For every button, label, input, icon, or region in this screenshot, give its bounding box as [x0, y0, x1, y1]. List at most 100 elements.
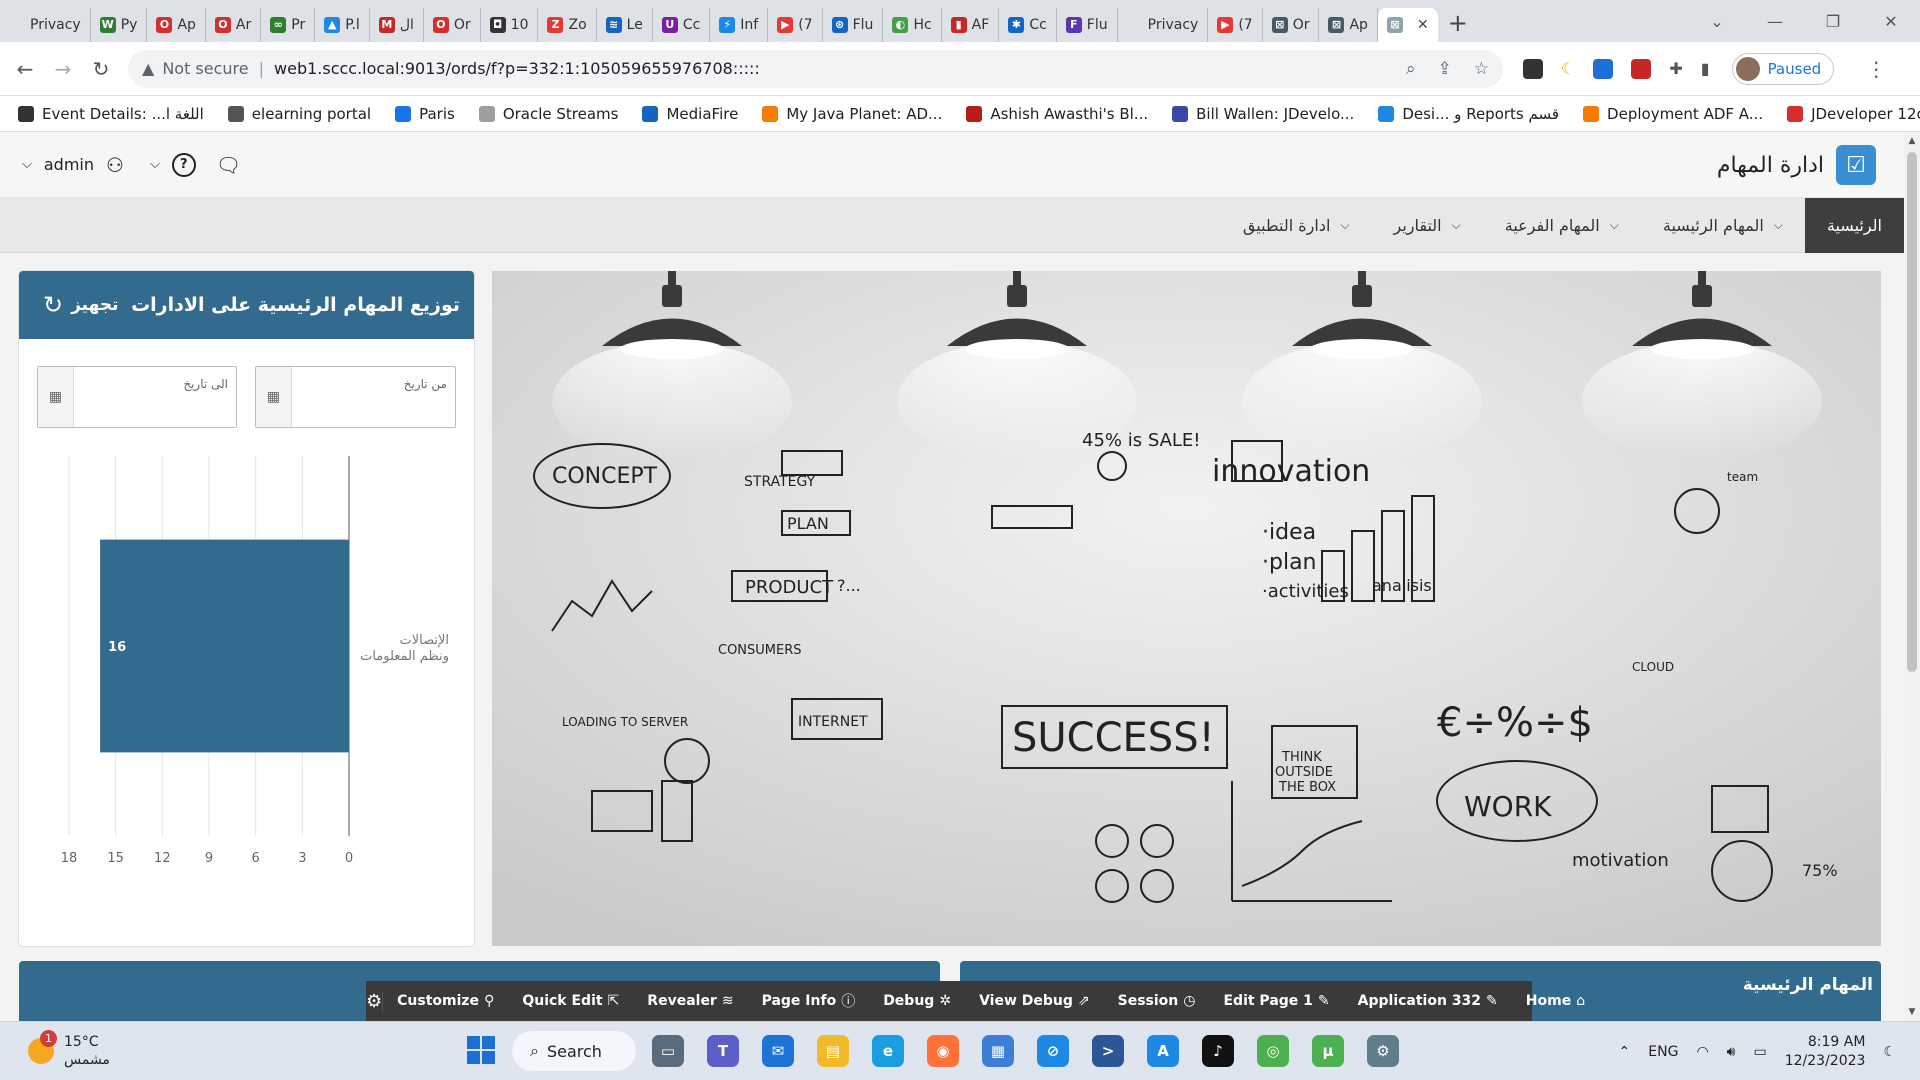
- wifi-icon[interactable]: ◠: [1696, 1044, 1708, 1060]
- tiktok-icon[interactable]: ♪: [1202, 1035, 1234, 1067]
- browser-tab[interactable]: ▮ AF: [942, 8, 1000, 42]
- browser-tab[interactable]: ⊠ Or: [1263, 8, 1320, 42]
- calendar-icon[interactable]: ▦: [256, 367, 292, 427]
- app-store-icon[interactable]: A: [1147, 1035, 1179, 1067]
- close-tab-icon[interactable]: ✕: [1417, 17, 1429, 33]
- bookmark-item[interactable]: Bill Wallen: JDevelo...: [1172, 105, 1354, 123]
- from-date-field[interactable]: ▦ من تاريخ: [255, 366, 456, 428]
- user-menu[interactable]: ⌵ admin ⚇ ⌵ ? 🗨: [22, 152, 241, 177]
- menu-item[interactable]: المهام الرئيسية ⌵: [1641, 198, 1805, 253]
- extension-icon[interactable]: [1631, 58, 1652, 79]
- browser-tab[interactable]: Privacy: [1118, 8, 1209, 42]
- dev-toolbar-item[interactable]: Edit Page 1 ✎: [1209, 993, 1343, 1009]
- profile-button[interactable]: Paused: [1731, 52, 1835, 85]
- dev-toolbar-item[interactable]: Session ◷: [1104, 993, 1210, 1009]
- address-bar[interactable]: ▲ Not secure | web1.sccc.local:9013/ords…: [128, 49, 1503, 88]
- browser-tab[interactable]: ⊛ Flu: [823, 8, 884, 42]
- clock[interactable]: 8:19 AM 12/23/2023: [1785, 1033, 1866, 1071]
- bookmark-item[interactable]: Event Details: ...اللغة ا: [18, 105, 204, 123]
- menu-item[interactable]: المهام الفرعية ⌵: [1483, 198, 1641, 253]
- bookmark-item[interactable]: Oracle Streams: [478, 105, 618, 123]
- side-panel-icon[interactable]: ▮: [1701, 59, 1710, 78]
- windows-start-icon[interactable]: [467, 1036, 495, 1064]
- bookmark-item[interactable]: JDeveloper 12c – O...: [1787, 105, 1920, 123]
- reload-icon[interactable]: ↻: [82, 57, 120, 81]
- tab-search-icon[interactable]: ⌄: [1688, 12, 1746, 31]
- app-logo[interactable]: ☑ ادارة المهام: [1717, 145, 1876, 185]
- dev-toolbar-item[interactable]: Page Info ⓘ: [748, 991, 870, 1011]
- active-tab[interactable]: ⊠ ✕: [1377, 8, 1438, 42]
- browser-tab[interactable]: ▶ (7: [1208, 8, 1263, 42]
- browser-tab[interactable]: ∞ Pr: [261, 8, 316, 42]
- scroll-up-icon[interactable]: ▲: [1904, 136, 1920, 146]
- task-view-icon[interactable]: ▭: [652, 1035, 684, 1067]
- chevron-down-icon[interactable]: ⌵: [150, 157, 160, 172]
- to-date-field[interactable]: ▦ الى تاريخ: [37, 366, 237, 428]
- dark-mode-icon[interactable]: ☾: [1561, 59, 1575, 78]
- scrollbar-thumb[interactable]: [1907, 152, 1917, 672]
- help-icon[interactable]: ?: [171, 152, 196, 177]
- browser-tab[interactable]: ⚡ Inf: [710, 8, 769, 42]
- edge-icon[interactable]: e: [872, 1035, 904, 1067]
- extensions-puzzle-icon[interactable]: ✚: [1669, 59, 1682, 78]
- close-window-icon[interactable]: ✕: [1862, 12, 1920, 31]
- browser-tab[interactable]: W Py: [91, 8, 148, 42]
- chrome-icon[interactable]: ◎: [1257, 1035, 1289, 1067]
- browser-tab[interactable]: O Or: [424, 8, 481, 42]
- menu-item[interactable]: ادارة التطبيق ⌵: [1221, 198, 1372, 253]
- menu-item[interactable]: الرئيسية: [1804, 197, 1904, 253]
- weather-widget[interactable]: 1 15°C مشمس: [28, 1030, 110, 1069]
- bookmark-item[interactable]: elearning portal: [227, 105, 371, 123]
- extension-icon[interactable]: [1593, 58, 1614, 79]
- bookmark-star-icon[interactable]: ☆: [1474, 59, 1489, 79]
- chevron-up-icon[interactable]: ⌃: [1619, 1044, 1631, 1060]
- menu-item[interactable]: التقارير ⌵: [1372, 198, 1483, 253]
- forward-icon[interactable]: →: [44, 57, 82, 81]
- language-indicator[interactable]: ENG: [1648, 1044, 1678, 1060]
- share-icon[interactable]: ⇪: [1438, 59, 1452, 79]
- dev-toolbar-item[interactable]: Application 332 ✎: [1344, 993, 1512, 1009]
- browser-tab[interactable]: ◘ 10: [481, 8, 539, 42]
- bookmark-item[interactable]: My Java Planet: AD...: [762, 105, 942, 123]
- browser-tab[interactable]: ⊠ Ap: [1319, 8, 1378, 42]
- browser-tab[interactable]: F Flu: [1057, 8, 1118, 42]
- taskbar-search[interactable]: ⌕ Search: [512, 1031, 636, 1071]
- settings-icon[interactable]: ⚙: [1367, 1035, 1399, 1067]
- browser-tab[interactable]: O Ap: [147, 8, 206, 42]
- powershell-icon[interactable]: >: [1092, 1035, 1124, 1067]
- browser-tab[interactable]: O Ar: [206, 8, 262, 42]
- mail-icon[interactable]: ✉: [762, 1035, 794, 1067]
- bookmark-item[interactable]: Deployment ADF A...: [1583, 105, 1763, 123]
- browser-tab[interactable]: Privacy: [0, 8, 91, 42]
- browser-tab[interactable]: ▶ (7: [768, 8, 823, 42]
- calendar-icon[interactable]: ▦: [38, 367, 74, 427]
- browser-tab[interactable]: ◐ Hc: [883, 8, 942, 42]
- bookmark-item[interactable]: MediaFire: [642, 105, 738, 123]
- dev-toolbar-item[interactable]: Customize ⚲: [383, 993, 508, 1009]
- browser-tab[interactable]: M ال: [370, 8, 424, 42]
- browser-tab[interactable]: ✱ Cc: [999, 8, 1057, 42]
- dev-toolbar-item[interactable]: View Debug ⇗: [965, 993, 1104, 1009]
- dev-toolbar-item[interactable]: Revealer ≋: [633, 993, 747, 1009]
- teams-icon[interactable]: T: [707, 1035, 739, 1067]
- volume-icon[interactable]: 🔊︎: [1727, 1044, 1736, 1060]
- utorrent-icon[interactable]: µ: [1312, 1035, 1344, 1067]
- notifications-icon[interactable]: ☾: [1883, 1044, 1896, 1060]
- new-tab-icon[interactable]: +: [1448, 9, 1468, 37]
- store-icon[interactable]: ▦: [982, 1035, 1014, 1067]
- restore-icon[interactable]: ❐: [1804, 12, 1862, 31]
- refresh-button[interactable]: ↻ تجهيز: [43, 291, 118, 319]
- feedback-icon[interactable]: 🗨: [216, 153, 241, 177]
- browser-menu-icon[interactable]: ⋮: [1866, 57, 1886, 81]
- bookmark-item[interactable]: Ashish Awasthi's Bl...: [966, 105, 1148, 123]
- browser-tab[interactable]: ▲ P.l: [315, 8, 370, 42]
- safari-icon[interactable]: ⊘: [1037, 1035, 1069, 1067]
- minimize-icon[interactable]: —: [1746, 12, 1804, 31]
- file-explorer-icon[interactable]: ▤: [817, 1035, 849, 1067]
- firefox-icon[interactable]: ◉: [927, 1035, 959, 1067]
- dev-toolbar-item[interactable]: Debug ✲: [869, 993, 965, 1009]
- toolbar-settings-icon[interactable]: ⚙: [366, 990, 384, 1012]
- browser-tab[interactable]: U Cc: [653, 8, 711, 42]
- back-icon[interactable]: ←: [6, 57, 44, 81]
- bookmark-item[interactable]: Desi... و Reports قسم: [1378, 105, 1559, 123]
